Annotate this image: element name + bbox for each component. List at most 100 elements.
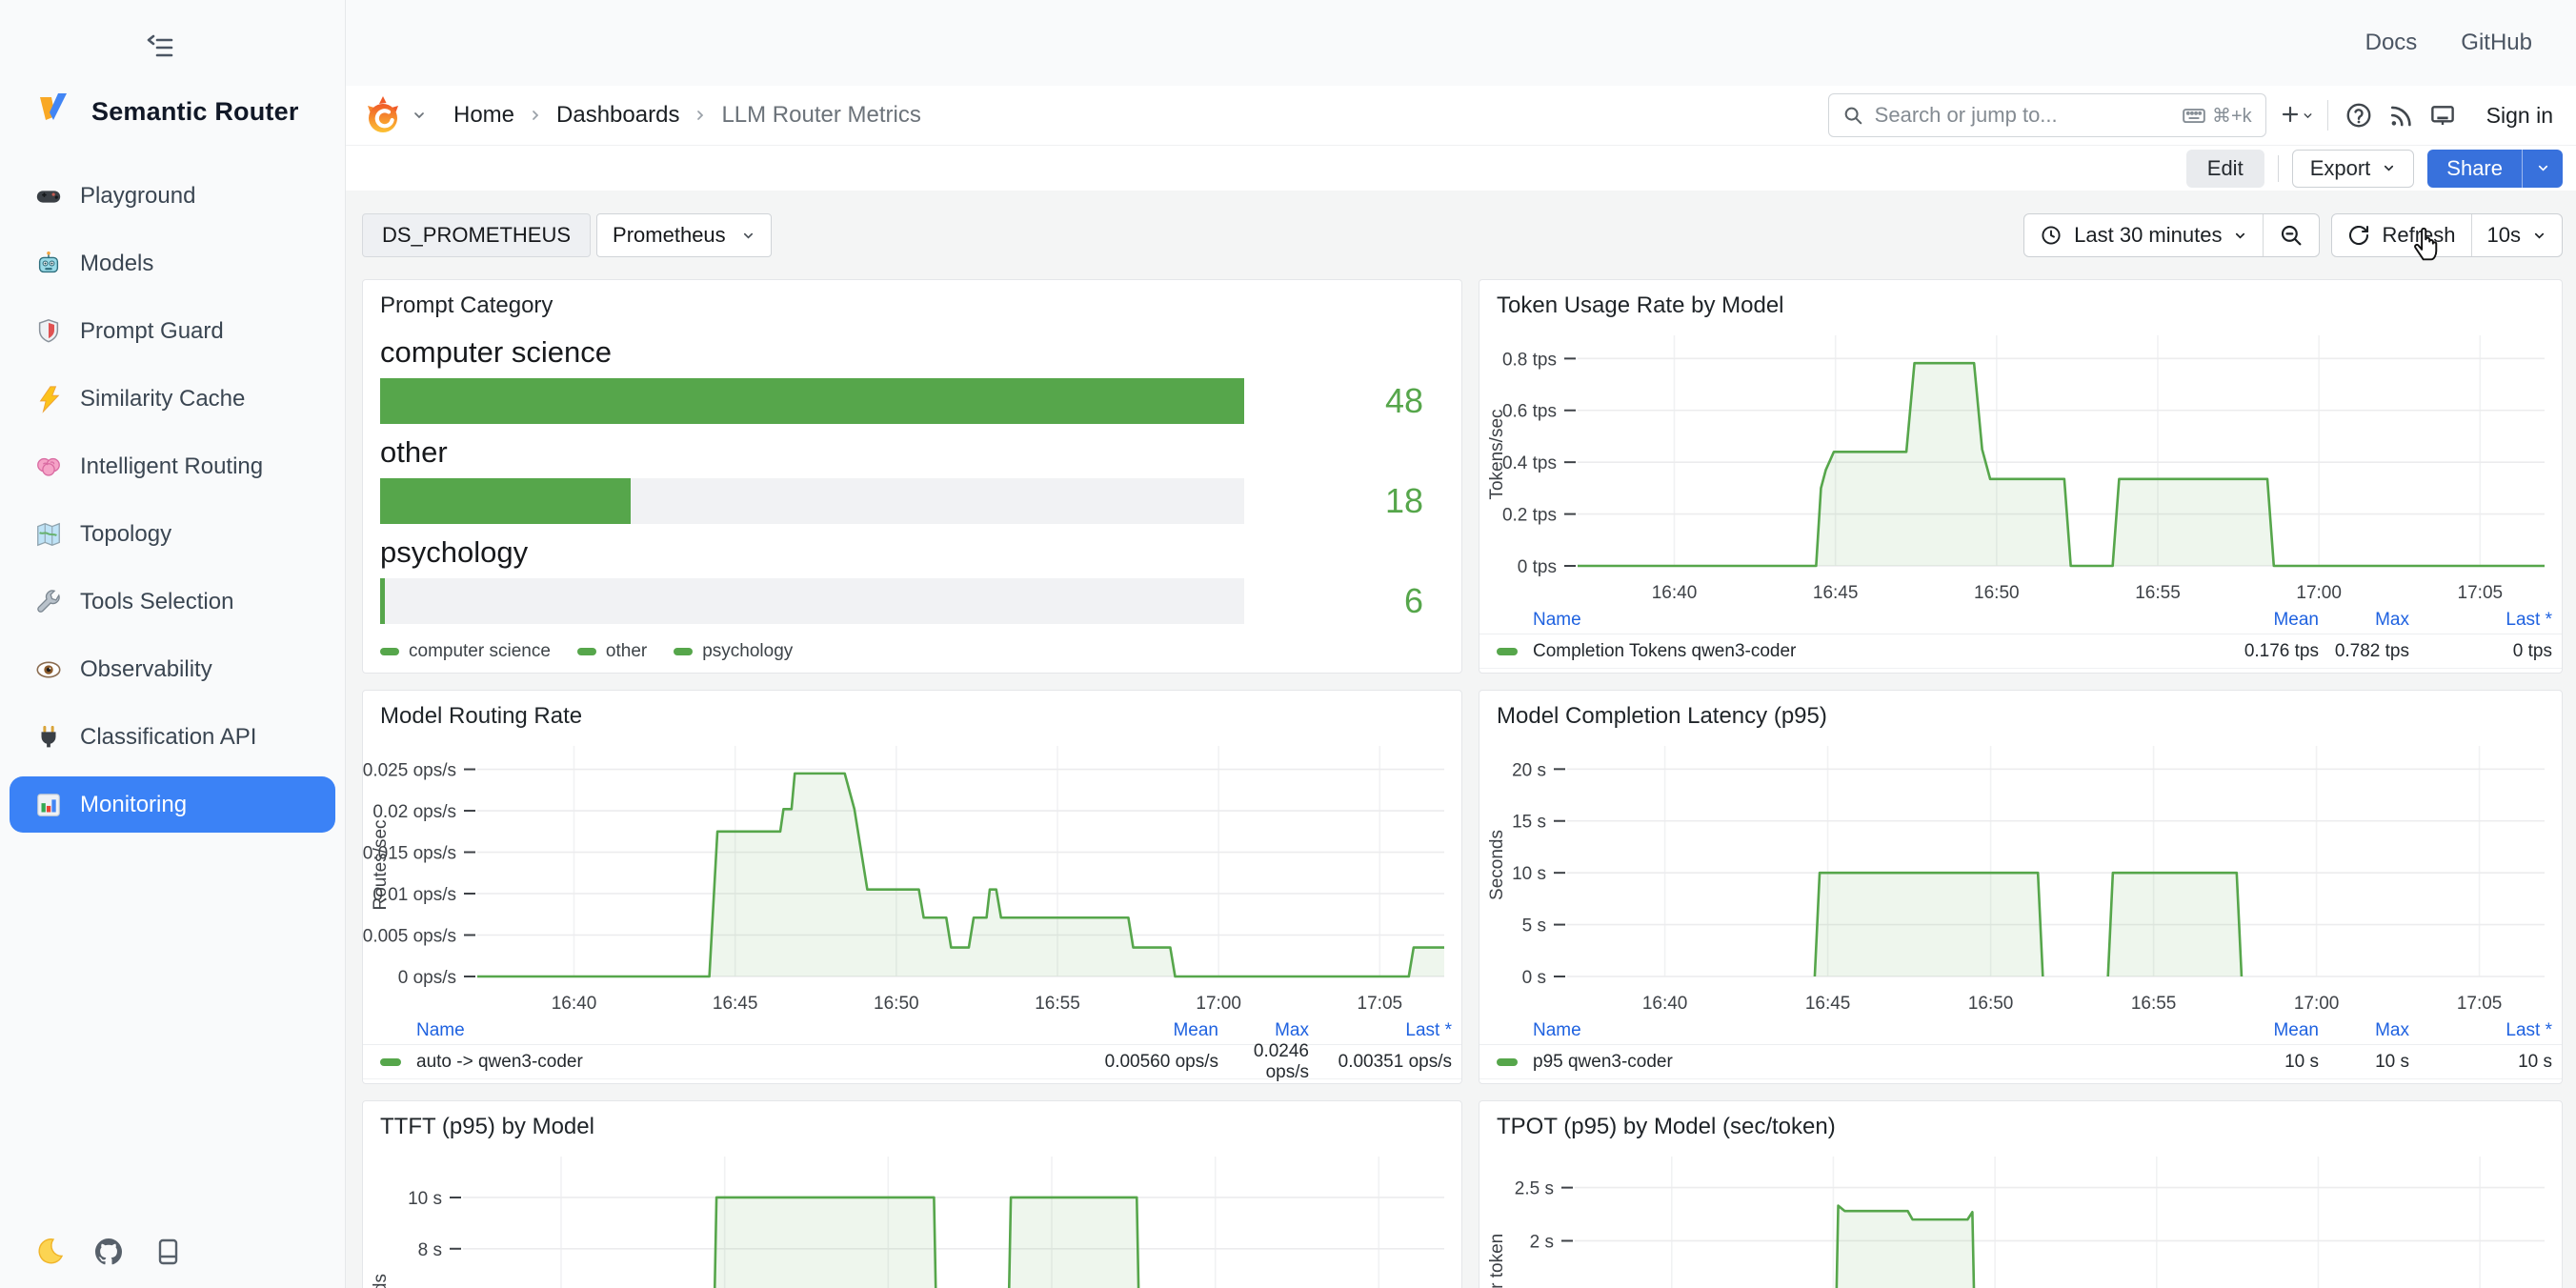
panel-title[interactable]: Prompt Category [363,280,1461,324]
datasource-select[interactable]: Prometheus [596,213,772,257]
sidebar-item-label: Monitoring [80,792,187,818]
svg-text:17:05: 17:05 [1358,994,1403,1014]
svg-text:2.5 s: 2.5 s [1515,1179,1554,1199]
legend-swatch [380,1058,401,1066]
panel-title[interactable]: Model Completion Latency (p95) [1479,691,2562,735]
github-link[interactable]: GitHub [2461,30,2532,56]
svg-text:Seconds per token: Seconds per token [1487,1234,1507,1288]
legend-header-name[interactable]: Name [1497,610,2200,631]
brand[interactable]: Semantic Router [32,88,299,136]
app-root: Semantic Router Playground Models Prompt G… [0,0,2576,1288]
svg-text:10 s: 10 s [1512,864,1546,884]
docs-link[interactable]: Docs [2365,30,2418,56]
legend-header: NameMeanMaxLast * [1479,1016,2562,1045]
panel-title[interactable]: TPOT (p95) by Model (sec/token) [1479,1101,2562,1145]
sidebar-item-label: Prompt Guard [80,318,224,345]
github-icon[interactable] [93,1237,124,1267]
bar-gauge-label: computer science [380,335,1461,370]
sidebar-item-observability[interactable]: Observability [10,641,335,697]
bar-gauge: computer science48other18psychology6comp… [363,335,1461,662]
svg-text:0.005 ops/s: 0.005 ops/s [363,927,456,947]
sidebar-item-prompt-guard[interactable]: Prompt Guard [10,303,335,359]
refresh-interval-button[interactable]: 10s [2471,214,2562,256]
refresh-button[interactable]: Refresh [2332,214,2470,256]
panel-title[interactable]: Token Usage Rate by Model [1479,280,2562,324]
new-button[interactable] [2276,94,2318,136]
timeseries-chart-model-completion-latency[interactable]: 0 s5 s10 s15 s20 s16:4016:4516:5016:5517… [1479,735,2562,1016]
bar-gauge-row: other18 [380,435,1461,524]
panel-prompt-category: Prompt Categorycomputer science48other18… [362,279,1462,674]
eye-icon [34,655,63,684]
sidebar-item-intelligent-routing[interactable]: Intelligent Routing [10,438,335,494]
sidebar-item-classification-api[interactable]: Classification API [10,709,335,765]
export-button[interactable]: Export [2292,150,2415,188]
sidebar-item-similarity-cache[interactable]: Similarity Cache [10,371,335,427]
zoom-out-button[interactable] [2263,214,2319,256]
breadcrumb-dashboards[interactable]: Dashboards [556,102,679,129]
sidebar-collapse-icon[interactable] [143,32,179,65]
svg-text:8 s: 8 s [418,1240,442,1260]
sidebar-item-monitoring[interactable]: Monitoring [10,776,335,833]
share-button[interactable]: Share [2427,150,2522,188]
grafana-logo[interactable] [362,94,427,136]
panel-title[interactable]: Model Routing Rate [363,691,1461,735]
svg-text:16:55: 16:55 [2135,583,2181,603]
breadcrumb-home[interactable]: Home [453,102,514,129]
sidebar-item-playground[interactable]: Playground [10,168,335,224]
panels-grid: Prompt Categorycomputer science48other18… [362,279,2563,1288]
docs-book-icon[interactable] [152,1237,183,1267]
legend-item[interactable]: other [577,641,647,662]
legend-table: NameMeanMaxLast *p95 qwen3-coder10 s10 s… [1479,1016,2562,1079]
svg-text:0.025 ops/s: 0.025 ops/s [363,761,456,781]
timeseries-chart-ttft[interactable]: 0 s2 s4 s6 s8 s10 s16:4016:4516:5016:551… [363,1145,1461,1288]
legend-series-label: p95 qwen3-coder [1533,1052,1673,1073]
theme-moon-icon[interactable] [34,1237,65,1267]
svg-text:17:00: 17:00 [2294,994,2340,1014]
legend-header-mean[interactable]: Mean [1099,1020,1218,1041]
legend-series-name[interactable]: Completion Tokens qwen3-coder [1497,641,2200,662]
time-range-button[interactable]: Last 30 minutes [2024,214,2263,256]
search-box[interactable]: ⌘+k [1828,93,2266,137]
svg-text:16:55: 16:55 [1035,994,1080,1014]
timeseries-chart-model-routing-rate[interactable]: 0 ops/s0.005 ops/s0.01 ops/s0.015 ops/s0… [363,735,1461,1016]
legend-header-max[interactable]: Max [2319,1020,2409,1041]
header-divider [2327,100,2328,131]
legend-item[interactable]: computer science [380,641,551,662]
legend-header-last[interactable]: Last * [1309,1020,1452,1041]
legend-header-last[interactable]: Last * [2409,610,2552,631]
sidebar-item-models[interactable]: Models [10,235,335,292]
svg-text:16:40: 16:40 [1652,583,1698,603]
edit-button[interactable]: Edit [2186,150,2264,188]
sign-in-button[interactable]: Sign in [2477,103,2563,129]
legend-series-label: auto -> qwen3-coder [416,1052,583,1073]
legend-header-max[interactable]: Max [1218,1020,1309,1041]
legend-header-name[interactable]: Name [1497,1020,2200,1041]
legend-header-name[interactable]: Name [380,1020,1099,1041]
timeseries-chart-token-usage[interactable]: 0 tps0.2 tps0.4 tps0.6 tps0.8 tps16:4016… [1479,324,2562,606]
search-shortcut: ⌘+k [2182,103,2252,128]
legend-header-max[interactable]: Max [2319,610,2409,631]
kiosk-button[interactable] [2422,94,2464,136]
legend-swatch [674,648,693,655]
legend-header-mean[interactable]: Mean [2200,1020,2319,1041]
breadcrumb: Home Dashboards LLM Router Metrics [453,102,921,129]
svg-text:Tokens/sec: Tokens/sec [1487,409,1507,499]
legend-series-name[interactable]: p95 qwen3-coder [1497,1052,2200,1073]
refresh-group: Refresh 10s [2331,213,2563,257]
share-menu-button[interactable] [2522,150,2563,188]
legend-header-mean[interactable]: Mean [2200,610,2319,631]
legend-series-name[interactable]: auto -> qwen3-coder [380,1052,1099,1073]
dashboard-canvas: DS_PROMETHEUS Prometheus Last 30 minutes [345,191,2576,1288]
legend-item[interactable]: psychology [674,641,793,662]
news-button[interactable] [2380,94,2422,136]
timeseries-chart-tpot[interactable]: 0 s0.5 s1 s1.5 s2 s2.5 s16:4016:4516:501… [1479,1145,2562,1288]
legend-header-last[interactable]: Last * [2409,1020,2552,1041]
svg-text:0 tps: 0 tps [1518,557,1557,577]
sidebar-item-topology[interactable]: Topology [10,506,335,562]
search-input[interactable] [1873,102,2172,129]
legend-max-value: 0.782 tps [2319,641,2409,662]
panel-title[interactable]: TTFT (p95) by Model [363,1101,1461,1145]
sidebar-item-tools-selection[interactable]: Tools Selection [10,574,335,630]
svg-text:16:50: 16:50 [874,994,919,1014]
help-button[interactable] [2338,94,2380,136]
